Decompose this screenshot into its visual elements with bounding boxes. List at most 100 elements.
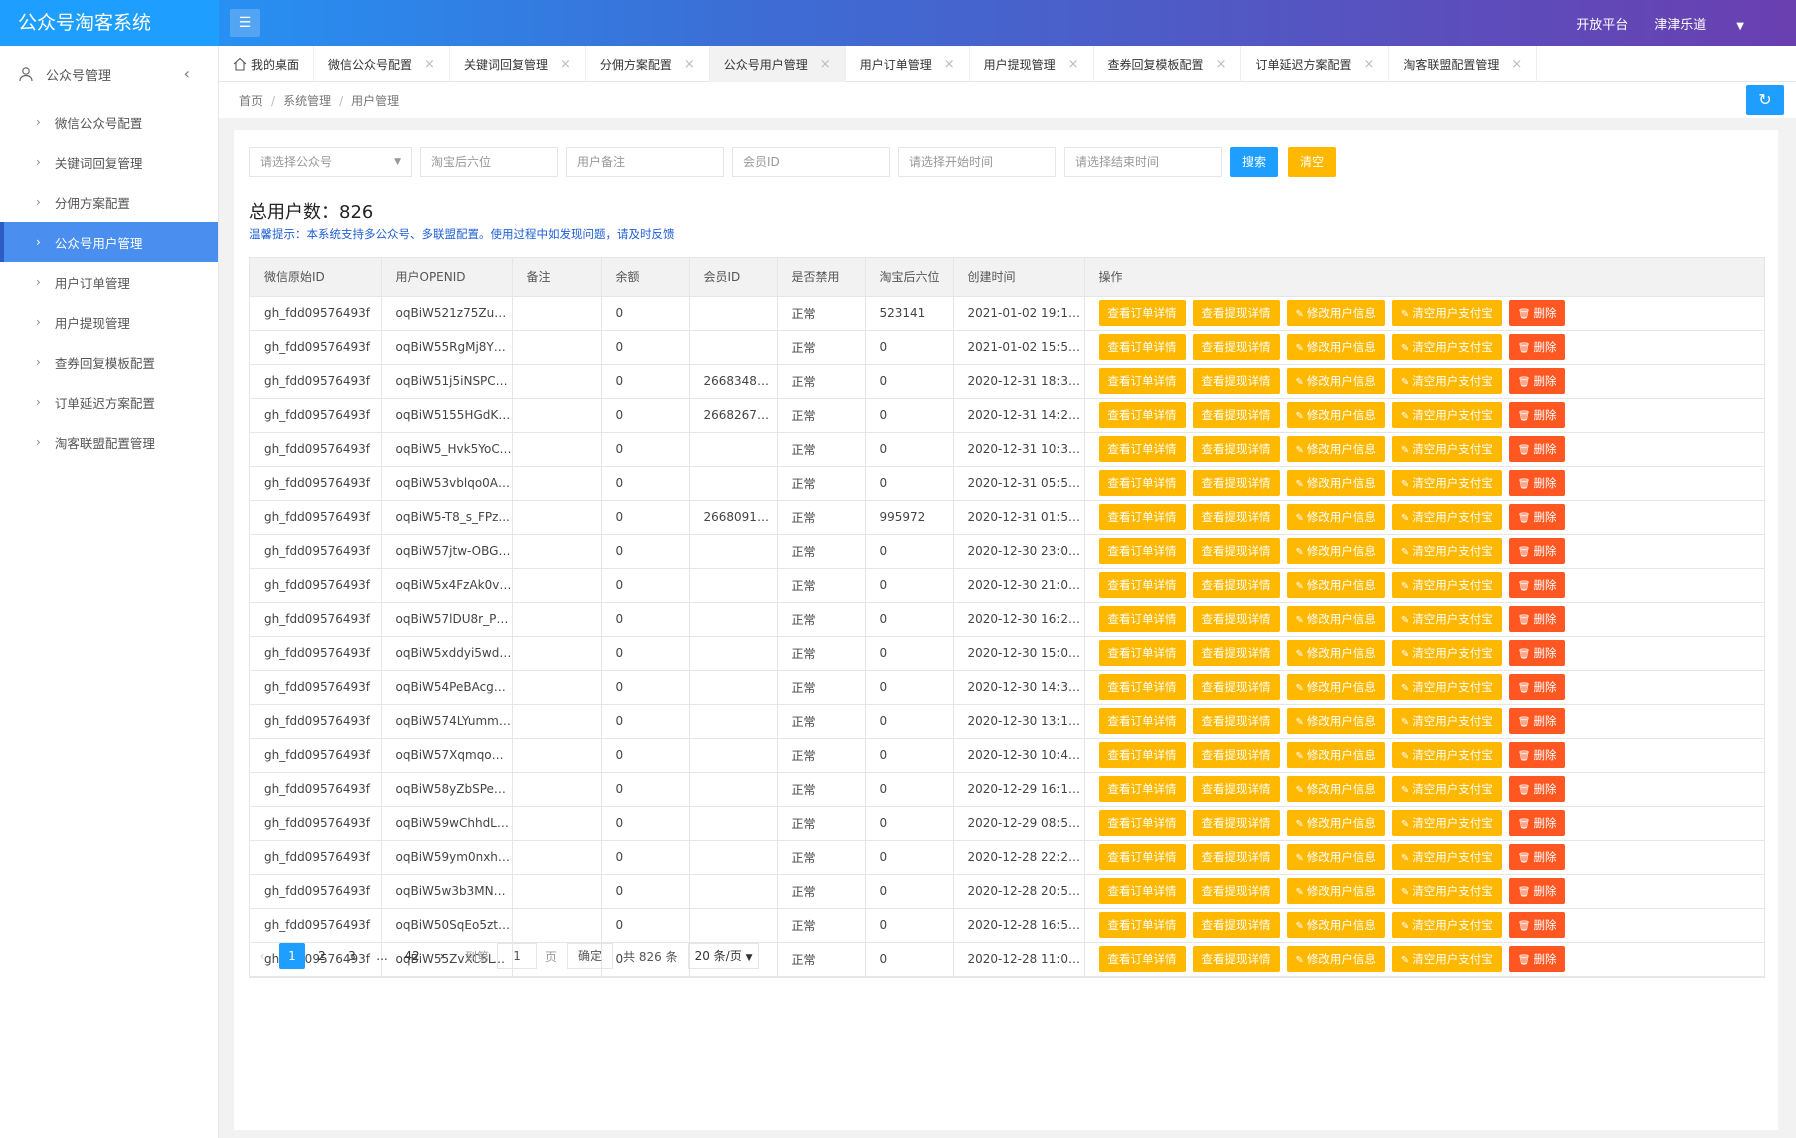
view-orders-button[interactable]: 查看订单详情: [1098, 878, 1186, 904]
view-orders-button[interactable]: 查看订单详情: [1098, 640, 1186, 666]
delete-button[interactable]: 🗑 删除: [1508, 708, 1566, 734]
edit-user-button[interactable]: ✎ 修改用户信息: [1286, 742, 1385, 768]
view-withdraw-button[interactable]: 查看提现详情: [1192, 640, 1280, 666]
tab[interactable]: 用户提现管理 ×: [970, 46, 1094, 82]
clear-alipay-button[interactable]: ✎ 清空用户支付宝: [1391, 742, 1502, 768]
sidebar-item[interactable]: › 公众号用户管理: [0, 222, 218, 262]
tab[interactable]: 淘客联盟配置管理 ×: [1389, 46, 1538, 82]
clear-alipay-button[interactable]: ✎ 清空用户支付宝: [1391, 606, 1502, 632]
remark-input[interactable]: 用户备注: [566, 147, 724, 177]
delete-button[interactable]: 🗑 删除: [1508, 402, 1566, 428]
tab[interactable]: 用户订单管理 ×: [846, 46, 970, 82]
edit-user-button[interactable]: ✎ 修改用户信息: [1286, 946, 1385, 972]
view-withdraw-button[interactable]: 查看提现详情: [1192, 436, 1280, 462]
sidebar-item[interactable]: › 用户订单管理: [0, 262, 218, 302]
view-withdraw-button[interactable]: 查看提现详情: [1192, 708, 1280, 734]
view-orders-button[interactable]: 查看订单详情: [1098, 844, 1186, 870]
close-icon[interactable]: ×: [684, 57, 695, 72]
delete-button[interactable]: 🗑 删除: [1508, 300, 1566, 326]
edit-user-button[interactable]: ✎ 修改用户信息: [1286, 878, 1385, 904]
refresh-button[interactable]: ↻: [1746, 85, 1784, 115]
clear-alipay-button[interactable]: ✎ 清空用户支付宝: [1391, 674, 1502, 700]
view-withdraw-button[interactable]: 查看提现详情: [1192, 776, 1280, 802]
tab[interactable]: 微信公众号配置 ×: [314, 46, 450, 82]
delete-button[interactable]: 🗑 删除: [1508, 912, 1566, 938]
view-orders-button[interactable]: 查看订单详情: [1098, 538, 1186, 564]
page-number[interactable]: 42: [399, 943, 425, 969]
search-button[interactable]: 搜索: [1230, 147, 1279, 177]
close-icon[interactable]: ×: [944, 57, 955, 72]
edit-user-button[interactable]: ✎ 修改用户信息: [1286, 810, 1385, 836]
clear-alipay-button[interactable]: ✎ 清空用户支付宝: [1391, 504, 1502, 530]
delete-button[interactable]: 🗑 删除: [1508, 742, 1566, 768]
breadcrumb-home[interactable]: 首页: [239, 94, 263, 108]
sidebar-item[interactable]: › 用户提现管理: [0, 302, 218, 342]
tab[interactable]: 查券回复模板配置 ×: [1094, 46, 1242, 82]
edit-user-button[interactable]: ✎ 修改用户信息: [1286, 572, 1385, 598]
clear-alipay-button[interactable]: ✎ 清空用户支付宝: [1391, 300, 1502, 326]
user-menu[interactable]: 津津乐道 ▼: [1654, 14, 1770, 33]
page-size-select[interactable]: 20 条/页 ▼: [687, 943, 760, 969]
end-time-input[interactable]: 请选择结束时间: [1064, 147, 1222, 177]
clear-alipay-button[interactable]: ✎ 清空用户支付宝: [1391, 946, 1502, 972]
view-orders-button[interactable]: 查看订单详情: [1098, 810, 1186, 836]
edit-user-button[interactable]: ✎ 修改用户信息: [1286, 300, 1385, 326]
clear-alipay-button[interactable]: ✎ 清空用户支付宝: [1391, 912, 1502, 938]
edit-user-button[interactable]: ✎ 修改用户信息: [1286, 708, 1385, 734]
view-orders-button[interactable]: 查看订单详情: [1098, 504, 1186, 530]
close-icon[interactable]: ×: [1068, 57, 1079, 72]
clear-alipay-button[interactable]: ✎ 清空用户支付宝: [1391, 538, 1502, 564]
view-orders-button[interactable]: 查看订单详情: [1098, 708, 1186, 734]
clear-alipay-button[interactable]: ✎ 清空用户支付宝: [1391, 402, 1502, 428]
view-orders-button[interactable]: 查看订单详情: [1098, 470, 1186, 496]
edit-user-button[interactable]: ✎ 修改用户信息: [1286, 640, 1385, 666]
view-orders-button[interactable]: 查看订单详情: [1098, 776, 1186, 802]
edit-user-button[interactable]: ✎ 修改用户信息: [1286, 470, 1385, 496]
delete-button[interactable]: 🗑 删除: [1508, 504, 1566, 530]
sidebar-item[interactable]: › 分佣方案配置: [0, 182, 218, 222]
taobao-input[interactable]: 淘宝后六位: [420, 147, 558, 177]
close-icon[interactable]: ×: [560, 57, 571, 72]
view-withdraw-button[interactable]: 查看提现详情: [1192, 810, 1280, 836]
delete-button[interactable]: 🗑 删除: [1508, 572, 1566, 598]
edit-user-button[interactable]: ✎ 修改用户信息: [1286, 606, 1385, 632]
tab[interactable]: 订单延迟方案配置 ×: [1241, 46, 1390, 82]
delete-button[interactable]: 🗑 删除: [1508, 470, 1566, 496]
close-icon[interactable]: ×: [1216, 57, 1227, 72]
delete-button[interactable]: 🗑 删除: [1508, 368, 1566, 394]
chevron-left-icon[interactable]: ‹: [184, 64, 190, 83]
view-orders-button[interactable]: 查看订单详情: [1098, 912, 1186, 938]
edit-user-button[interactable]: ✎ 修改用户信息: [1286, 402, 1385, 428]
next-page-icon[interactable]: ›: [429, 943, 455, 969]
page-number[interactable]: 1: [279, 943, 305, 969]
sidebar-item[interactable]: › 关键词回复管理: [0, 142, 218, 182]
delete-button[interactable]: 🗑 删除: [1508, 810, 1566, 836]
tab[interactable]: 分佣方案配置 ×: [586, 46, 710, 82]
clear-alipay-button[interactable]: ✎ 清空用户支付宝: [1391, 436, 1502, 462]
view-withdraw-button[interactable]: 查看提现详情: [1192, 538, 1280, 564]
view-withdraw-button[interactable]: 查看提现详情: [1192, 742, 1280, 768]
clear-button[interactable]: 清空: [1288, 147, 1337, 177]
clear-alipay-button[interactable]: ✎ 清空用户支付宝: [1391, 878, 1502, 904]
account-select[interactable]: 请选择公众号 ▼: [249, 147, 412, 177]
view-withdraw-button[interactable]: 查看提现详情: [1192, 572, 1280, 598]
clear-alipay-button[interactable]: ✎ 清空用户支付宝: [1391, 708, 1502, 734]
tab[interactable]: 我的桌面: [219, 46, 315, 82]
clear-alipay-button[interactable]: ✎ 清空用户支付宝: [1391, 640, 1502, 666]
clear-alipay-button[interactable]: ✎ 清空用户支付宝: [1391, 776, 1502, 802]
clear-alipay-button[interactable]: ✎ 清空用户支付宝: [1391, 368, 1502, 394]
view-withdraw-button[interactable]: 查看提现详情: [1192, 878, 1280, 904]
view-withdraw-button[interactable]: 查看提现详情: [1192, 606, 1280, 632]
member-id-input[interactable]: 会员ID: [732, 147, 890, 177]
view-withdraw-button[interactable]: 查看提现详情: [1192, 674, 1280, 700]
view-withdraw-button[interactable]: 查看提现详情: [1192, 402, 1280, 428]
edit-user-button[interactable]: ✎ 修改用户信息: [1286, 538, 1385, 564]
delete-button[interactable]: 🗑 删除: [1508, 946, 1566, 972]
edit-user-button[interactable]: ✎ 修改用户信息: [1286, 504, 1385, 530]
close-icon[interactable]: ×: [820, 57, 831, 72]
view-orders-button[interactable]: 查看订单详情: [1098, 368, 1186, 394]
view-withdraw-button[interactable]: 查看提现详情: [1192, 504, 1280, 530]
delete-button[interactable]: 🗑 删除: [1508, 844, 1566, 870]
delete-button[interactable]: 🗑 删除: [1508, 878, 1566, 904]
edit-user-button[interactable]: ✎ 修改用户信息: [1286, 334, 1385, 360]
